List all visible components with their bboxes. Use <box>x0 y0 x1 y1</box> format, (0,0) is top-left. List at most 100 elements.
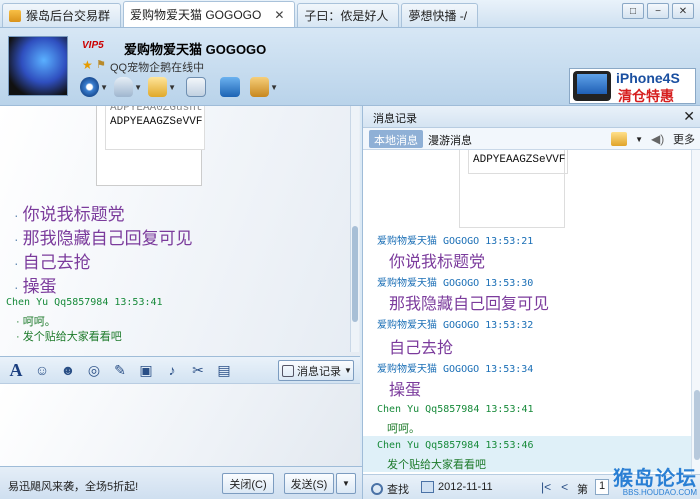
search-label: 查找 <box>387 484 409 496</box>
record-header: 消息记录 ✕ <box>363 106 700 128</box>
chat-message: · 呵呵。 <box>16 316 56 328</box>
page-nav: |< < <box>541 480 568 494</box>
minimize-button[interactable]: − <box>647 3 669 19</box>
magic-face-icon[interactable]: ☻ <box>56 359 80 381</box>
window-controls: □ − ✕ <box>622 3 694 19</box>
search-button[interactable]: 查找 <box>371 481 409 497</box>
folder-arrow-icon <box>148 77 168 97</box>
message-text: 呵呵。 <box>22 316 56 328</box>
message-record-panel: 消息记录 ✕ 本地消息 漫游消息 ▼ ◀) 更多 ADPYEAAGZSeVVF … <box>362 106 700 499</box>
image-text-2: ADPYEAAGZSeVVF <box>110 116 203 128</box>
close-panel-icon[interactable]: ✕ <box>683 108 695 125</box>
chat-message: · 你说我标题党 <box>14 200 125 225</box>
first-page-icon[interactable]: |< <box>541 480 551 494</box>
prev-page-icon[interactable]: < <box>561 480 568 494</box>
chat-message: · 自己去抢 <box>14 248 91 273</box>
tab-group-chat[interactable]: 猴岛后台交易群 <box>2 3 122 27</box>
bullet-icon: · <box>14 231 19 247</box>
video-button[interactable]: ▼ <box>80 74 108 100</box>
avatar[interactable] <box>8 36 68 96</box>
contact-name[interactable]: 爱购物爱天猫 GOGOGO <box>124 39 266 58</box>
ad-subtitle: 清仓特惠 <box>618 88 674 104</box>
record-meta: 爱购物爱天猫 GOGOGO 13:53:30 <box>377 278 534 289</box>
record-message: 自己去抢 <box>389 340 454 357</box>
bottom-bar: 易迅飓风来袭，全场5折起! 关闭(C) 发送(S) ▼ <box>0 466 362 499</box>
promo-link[interactable]: 易迅飓风来袭，全场5折起! <box>8 478 138 494</box>
tab-roaming-messages[interactable]: 漫游消息 <box>423 130 477 148</box>
tab-chat-3[interactable]: ✓ 夢想快播 -/ <box>0 3 479 118</box>
group-icon <box>9 9 21 22</box>
close-tab-icon[interactable]: ✕ <box>274 8 284 22</box>
calendar-icon <box>421 481 434 493</box>
header-toolbar: ▼ ▼ ▼ ▼ <box>80 74 278 100</box>
microphone-icon <box>114 77 134 97</box>
bullet-icon: · <box>14 279 19 295</box>
record-list[interactable]: ADPYEAAGZSeVVF 爱购物爱天猫 GOGOGO 13:53:21 你说… <box>363 150 700 474</box>
record-title: 消息记录 <box>373 113 417 125</box>
apps-button[interactable]: ▼ <box>250 74 278 100</box>
chat-message: · 发个贴给大家看看吧 <box>16 331 122 343</box>
chevron-down-icon: ▼ <box>270 82 278 92</box>
send-button[interactable]: 发送(S) <box>284 473 334 494</box>
input-toolbar: A ☺ ☻ ◎ ✎ ▣ ♪ ✂ ▤ 消息记录 ▼ <box>0 356 360 384</box>
chevron-down-icon[interactable]: ▼ <box>635 135 643 144</box>
clock-icon <box>282 364 294 377</box>
transfer-file-button[interactable]: ▼ <box>148 74 176 100</box>
record-message: 那我隐藏自己回复可见 <box>389 296 550 313</box>
chat-history[interactable]: ADPYEAA0ZGusnt ADPYEAAGZSeVVF · 你说我标题党 · 那… <box>0 106 360 356</box>
page-label: 第 <box>577 484 588 496</box>
ad-title: iPhone4S <box>616 70 680 86</box>
send-options-button[interactable]: ▼ <box>336 473 356 494</box>
speaker-icon[interactable]: ◀) <box>651 132 665 146</box>
record-meta: 爱购物爱天猫 GOGOGO 13:53:34 <box>377 364 534 375</box>
tab-label: 子曰：侬是好人 <box>304 9 389 23</box>
add-contact-button[interactable] <box>182 74 210 100</box>
record-message: 发个贴给大家看看吧 <box>387 459 486 471</box>
record-message: 你说我标题党 <box>389 254 486 271</box>
voice-button[interactable]: ▼ <box>114 74 142 100</box>
remote-assist-button[interactable] <box>216 74 244 100</box>
screenshot-scissors-icon[interactable]: ✂ <box>186 359 210 381</box>
export-icon[interactable] <box>611 132 628 146</box>
date-picker[interactable]: 2012-11-11 <box>421 481 493 493</box>
tab-label: 爱购物爱天猫 GOGOGO <box>130 8 262 22</box>
music-icon[interactable]: ♪ <box>160 359 184 381</box>
iphone-ad-banner[interactable]: iPhone4S 清仓特惠 <box>569 68 696 104</box>
vip-badge: VIP5 <box>82 40 104 51</box>
doodle-icon[interactable]: ✎ <box>108 359 132 381</box>
close-button[interactable]: 关闭(C) <box>222 473 274 494</box>
tab-active-chat[interactable]: ✓ 爱购物爱天猫 GOGOGO ✕ <box>0 1 296 118</box>
page-input[interactable]: 1 <box>595 479 609 495</box>
chevron-down-icon: ▼ <box>100 82 108 92</box>
tab-bar: 猴岛后台交易群 ✓ 爱购物爱天猫 GOGOGO ✕ ✓ 子曰：侬是好人 ✓ 夢想… <box>0 0 700 118</box>
font-icon[interactable]: A <box>4 359 28 381</box>
record-footer: 查找 2012-11-11 |< < 第 1 猴岛论坛 BBS.HOUDAO.C… <box>363 468 700 499</box>
bullet-icon: · <box>14 207 19 223</box>
scrollbar-thumb[interactable] <box>352 226 358 322</box>
star-icon: ★ <box>82 58 93 72</box>
message-record-button[interactable]: 消息记录 ▼ <box>278 360 354 381</box>
record-meta: 爱购物爱天猫 GOGOGO 13:53:32 <box>377 320 534 331</box>
shared-image[interactable]: ADPYEAA0ZGusnt ADPYEAAGZSeVVF <box>96 106 205 186</box>
more-tools-icon[interactable]: ▤ <box>212 359 236 381</box>
message-input[interactable] <box>0 384 360 466</box>
record-image[interactable]: ADPYEAAGZSeVVF <box>459 150 568 228</box>
record-meta: Chen Yu Qq5857984 13:53:41 <box>377 404 534 415</box>
image-icon[interactable]: ▣ <box>134 359 158 381</box>
message-text: 操蛋 <box>22 277 57 296</box>
tab-chat-2[interactable]: ✓ 子曰：侬是好人 <box>0 3 400 118</box>
restore-button[interactable]: □ <box>622 3 644 19</box>
tab-local-messages[interactable]: 本地消息 <box>369 130 423 148</box>
date-value: 2012-11-11 <box>438 481 493 493</box>
chat-scrollbar[interactable] <box>350 106 359 352</box>
scrollbar-thumb[interactable] <box>694 390 700 460</box>
record-scrollbar[interactable] <box>691 150 700 474</box>
emoji-icon[interactable]: ☺ <box>30 359 54 381</box>
close-window-button[interactable]: ✕ <box>672 3 694 19</box>
record-message: 操蛋 <box>389 382 422 399</box>
image-text: ADPYEAAGZSeVVF <box>473 154 566 166</box>
shake-icon[interactable]: ◎ <box>82 359 106 381</box>
more-link[interactable]: 更多 <box>673 131 695 147</box>
chevron-down-icon: ▼ <box>168 82 176 92</box>
message-record-label: 消息记录 <box>297 365 341 378</box>
